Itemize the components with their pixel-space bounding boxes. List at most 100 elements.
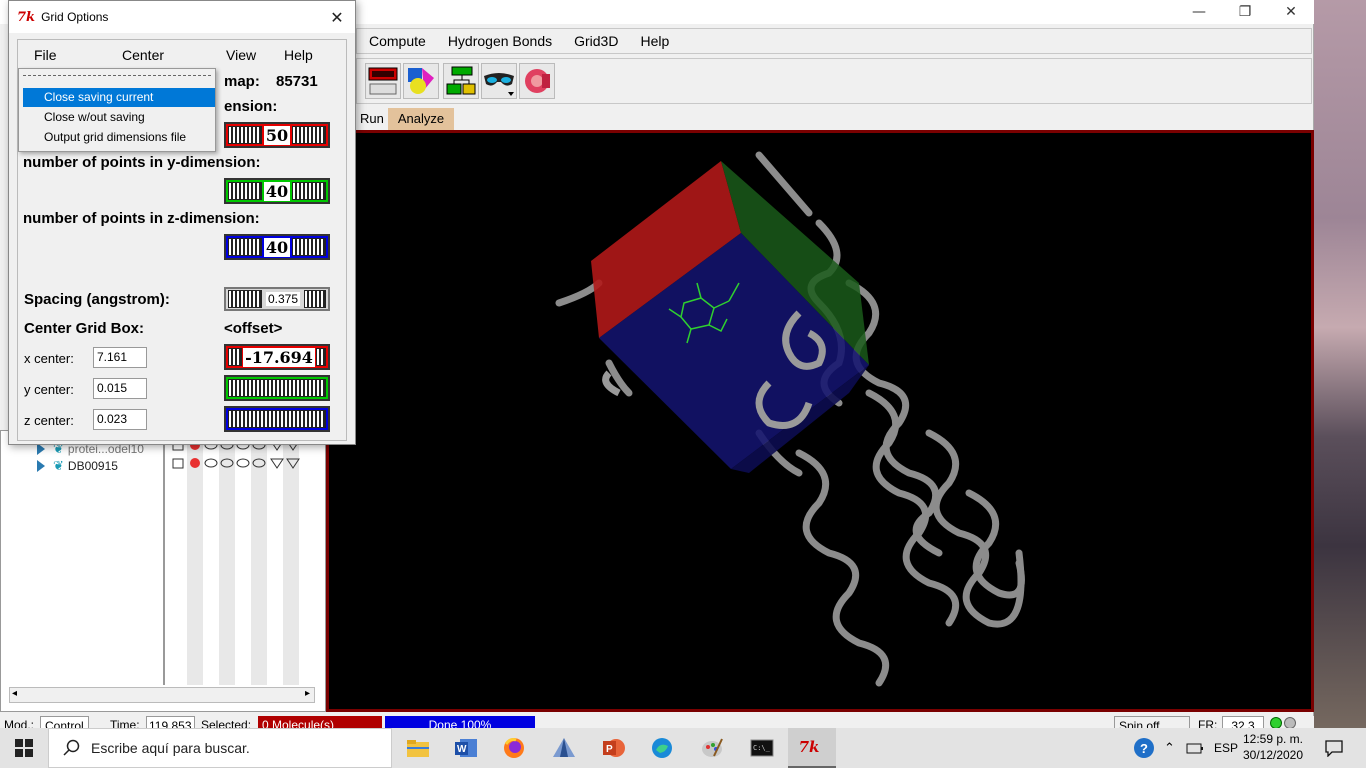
file-explorer-icon[interactable]	[394, 728, 442, 768]
mod-value[interactable]: Control	[40, 716, 89, 728]
powerpoint-icon[interactable]: P	[590, 728, 638, 768]
tray-expand-icon[interactable]: ⌃	[1164, 728, 1175, 768]
dialog-titlebar[interactable]: 7k Grid Options ✕	[9, 1, 355, 33]
y-center-input[interactable]: 0.015	[93, 378, 147, 399]
firefox-icon[interactable]	[490, 728, 538, 768]
fr-value: 32.3	[1222, 716, 1264, 728]
svg-text:W: W	[457, 744, 467, 755]
menu-help[interactable]: Help	[640, 33, 669, 49]
word-icon[interactable]: W	[442, 728, 490, 768]
tab-run[interactable]: Run	[356, 108, 388, 130]
slider-ticks[interactable]	[304, 290, 326, 308]
taskbar-clock[interactable]: 12:59 p. m. 30/12/2020	[1242, 731, 1304, 763]
slider-ticks[interactable]	[228, 410, 326, 428]
x-dimension-label: ension:	[224, 98, 278, 115]
dialog-menu-view[interactable]: View	[226, 47, 256, 63]
y-center-label: y center:	[24, 382, 74, 397]
center-grid-box-label: Center Grid Box:	[24, 320, 145, 337]
x-offset-slider[interactable]: -17.694	[224, 344, 330, 370]
x-offset-value: -17.694	[243, 347, 315, 367]
dialog-menu-file[interactable]: File	[34, 47, 57, 63]
scroll-right-icon[interactable]: ▸	[305, 688, 310, 699]
menu-item-output-grid-dimensions[interactable]: Output grid dimensions file	[23, 128, 215, 147]
y-points-slider[interactable]: 40	[224, 178, 330, 204]
display-tool-icon[interactable]	[365, 63, 401, 99]
menu-item-close-without-saving[interactable]: Close w/out saving	[23, 108, 215, 127]
status-lights-icon	[1270, 716, 1296, 728]
start-button[interactable]	[0, 728, 48, 768]
paint-icon[interactable]	[688, 728, 736, 768]
network-tray-icon[interactable]	[1186, 728, 1204, 768]
x-points-value: 50	[263, 125, 291, 145]
selected-label: Selected:	[201, 718, 252, 728]
slider-ticks[interactable]	[316, 348, 326, 366]
minimize-button[interactable]: —	[1176, 0, 1222, 24]
stereo-glasses-icon[interactable]	[481, 63, 517, 99]
svg-text:C:\_: C:\_	[753, 744, 771, 752]
close-button[interactable]: ✕	[1268, 0, 1314, 24]
molecule-icon: ❦	[53, 458, 64, 473]
search-placeholder: Escribe aquí para buscar.	[91, 740, 250, 756]
file-dropdown-menu: Close saving current Close w/out saving …	[18, 68, 216, 152]
terminal-icon[interactable]: C:\_	[738, 728, 786, 768]
tear-off-line[interactable]	[23, 75, 211, 76]
status-bar: Mod.: Control Time: 119.853 Selected: 0 …	[0, 716, 1314, 728]
spacing-slider[interactable]: 0.375	[224, 287, 330, 311]
slider-ticks[interactable]	[291, 182, 326, 200]
menu-item-close-saving-current[interactable]: Close saving current	[23, 88, 215, 107]
y-offset-slider[interactable]	[224, 375, 330, 401]
tab-analyze[interactable]: Analyze	[387, 108, 455, 130]
x-center-input[interactable]: 7.161	[93, 347, 147, 368]
tk-logo-icon: 7k	[17, 9, 36, 25]
molecule-list-panel: ❦ protei...odel10 ❦ DB00915 ◂ ▸	[0, 430, 326, 712]
scroll-left-icon[interactable]: ◂	[12, 688, 17, 699]
progress-bar: Done 100%	[385, 716, 535, 728]
map-label: map:	[224, 73, 260, 90]
horizontal-scrollbar[interactable]: ◂ ▸	[9, 687, 315, 703]
vmd-taskbar-button[interactable]: 7k	[788, 728, 836, 768]
list-item[interactable]: ❦ DB00915	[37, 458, 118, 474]
slider-ticks[interactable]	[228, 238, 262, 256]
dialog-title: Grid Options	[41, 10, 109, 24]
time-value: 119.853	[146, 716, 195, 728]
network-tool-icon[interactable]	[443, 63, 479, 99]
slider-ticks[interactable]	[228, 182, 262, 200]
clock-date: 30/12/2020	[1242, 748, 1304, 762]
taskbar-search-box[interactable]: Escribe aquí para buscar.	[48, 728, 392, 768]
z-center-label: z center:	[24, 413, 74, 428]
spacing-value: 0.375	[265, 292, 301, 306]
x-center-label: x center:	[24, 351, 74, 366]
language-indicator[interactable]: ESP	[1214, 728, 1238, 768]
spin-dropdown[interactable]: Spin off	[1114, 716, 1190, 728]
help-icon[interactable]: ?	[1132, 728, 1156, 768]
molecule-viewer[interactable]	[326, 130, 1314, 712]
slider-ticks[interactable]	[228, 379, 326, 397]
menu-compute[interactable]: Compute	[369, 33, 426, 49]
menu-grid3d[interactable]: Grid3D	[574, 33, 618, 49]
render-tool-icon[interactable]	[519, 63, 555, 99]
slider-ticks[interactable]	[228, 126, 262, 144]
slider-ticks[interactable]	[228, 348, 242, 366]
notification-icon[interactable]	[1324, 728, 1344, 768]
app-prism-icon[interactable]	[540, 728, 588, 768]
clock-time: 12:59 p. m.	[1242, 732, 1304, 746]
menu-hydrogen-bonds[interactable]: Hydrogen Bonds	[448, 33, 552, 49]
z-offset-slider[interactable]	[224, 406, 330, 432]
z-points-slider[interactable]: 40	[224, 234, 330, 260]
expand-triangle-icon[interactable]	[37, 460, 45, 472]
dialog-menu-help[interactable]: Help	[284, 47, 313, 63]
dialog-close-button[interactable]: ✕	[325, 5, 349, 29]
slider-ticks[interactable]	[291, 238, 326, 256]
slider-ticks[interactable]	[228, 290, 262, 308]
z-center-input[interactable]: 0.023	[93, 409, 147, 430]
slider-ticks[interactable]	[291, 126, 326, 144]
x-points-slider[interactable]: 50	[224, 122, 330, 148]
molecule-flags-columns	[167, 431, 317, 685]
graphics-tool-icon[interactable]	[403, 63, 439, 99]
molecule-names-column: ❦ protei...odel10 ❦ DB00915	[9, 431, 165, 685]
mod-label: Mod.:	[4, 718, 35, 728]
viewer-canvas[interactable]	[329, 133, 1311, 709]
edge-icon[interactable]	[638, 728, 686, 768]
restore-button[interactable]: ❐	[1222, 0, 1268, 24]
dialog-menu-center[interactable]: Center	[122, 47, 164, 63]
